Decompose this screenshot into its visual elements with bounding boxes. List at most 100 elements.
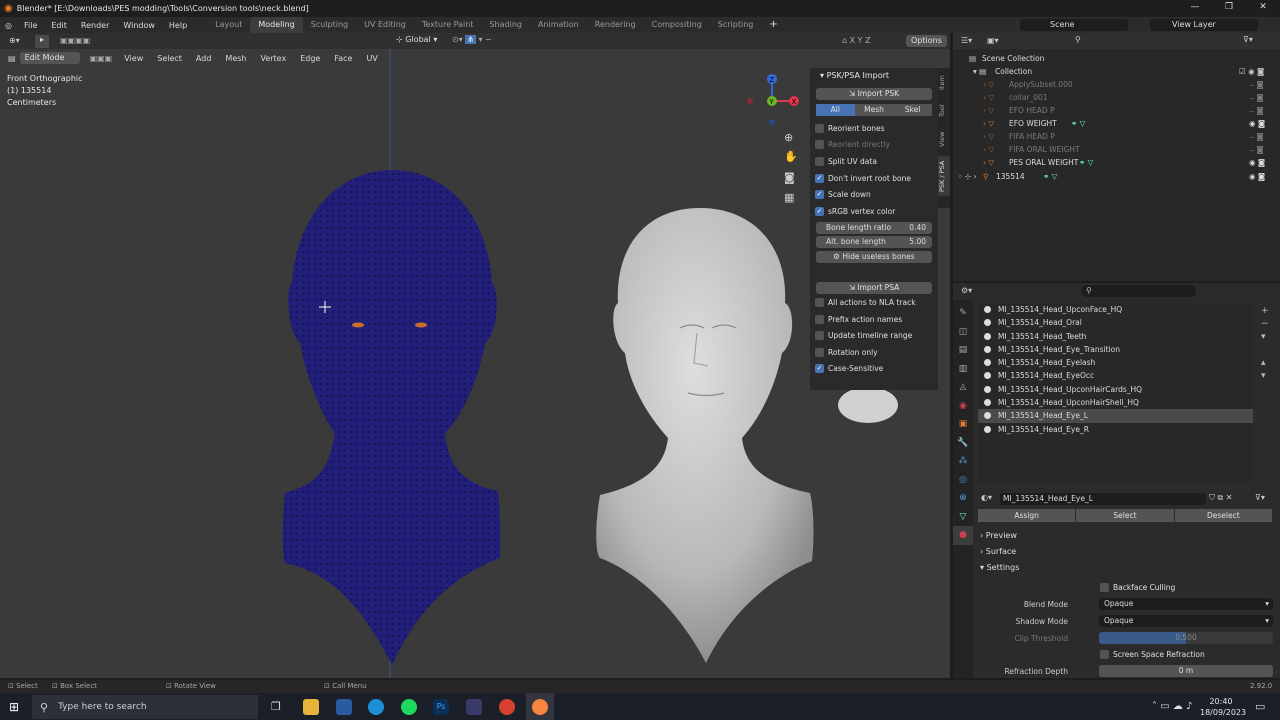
navigation-gizmo[interactable]: Z Y X [745, 70, 800, 125]
option-dont-invert-root[interactable]: ✓ Don't invert root bone [810, 170, 938, 187]
outliner-item[interactable]: › ▽ ApplySubset.000 ⌣ ◙ [953, 78, 1280, 91]
notes-app-icon[interactable] [336, 699, 352, 715]
edge-browser-icon[interactable] [368, 699, 384, 715]
scene-tab-icon[interactable]: ◬ [953, 378, 973, 397]
outliner-type-icon[interactable]: ☰▾ [961, 36, 972, 45]
display-mode-icon[interactable]: ▣▾ [987, 36, 999, 45]
slot-list-controls[interactable]: + − ▾ ▴ ▾ [1261, 305, 1269, 383]
options-dropdown[interactable]: Options [906, 35, 947, 47]
task-view-icon[interactable]: ❐ [271, 700, 281, 713]
tool-tab-icon[interactable]: ✎ [953, 304, 973, 323]
outliner-item[interactable]: › ▽ EFO HEAD P ⌣ ◙ [953, 104, 1280, 117]
particles-tab-icon[interactable]: ⁂ [953, 452, 973, 471]
menu-render[interactable]: Render [74, 21, 116, 30]
menu-mesh[interactable]: Mesh [225, 54, 246, 63]
material-slot[interactable]: MI_135514_Head_EyeOcc [978, 369, 1253, 382]
menu-uv[interactable]: UV [366, 54, 377, 63]
outliner-search-icon[interactable]: ⚲ [1075, 35, 1081, 44]
pivot-snap-icons[interactable]: ⊙▾ ⋔ ▾ ∽ [452, 35, 492, 44]
outliner-item[interactable]: › ▽ FIFA HEAD P ⌣ ◙ [953, 130, 1280, 143]
mesh-select-mode-icons[interactable]: ▣▣▣ [90, 54, 113, 63]
bone-length-ratio-field[interactable]: Bone length ratio 0.40 [816, 221, 932, 234]
import-psa-button[interactable]: ⇲ Import PSA [816, 282, 932, 295]
file-explorer-icon[interactable] [303, 699, 319, 715]
option-reorient-directly[interactable]: Reorient directly [810, 137, 938, 154]
material-slot[interactable]: MI_135514_Head_Eyelash [978, 356, 1253, 369]
menu-view[interactable]: View [124, 54, 143, 63]
editor-app-icon[interactable] [466, 699, 482, 715]
minimize-button[interactable]: — [1178, 0, 1212, 17]
material-tab-icon[interactable]: ● [953, 526, 973, 545]
tab-shading[interactable]: Shading [481, 17, 530, 33]
properties-search-input[interactable]: ⚲ [1081, 285, 1196, 297]
blend-mode-dropdown[interactable]: Opaque ▾ [1099, 598, 1273, 610]
option-update-timeline[interactable]: Update timeline range [810, 327, 938, 344]
screen-space-refraction-checkbox[interactable]: Screen Space Refraction [1095, 646, 1205, 662]
panel-header[interactable]: ▾ PSK/PSA Import [810, 68, 938, 84]
windows-start-icon[interactable]: ⊞ [9, 700, 19, 714]
alt-bone-length-field[interactable]: Alt. bone length 5.00 [816, 236, 932, 249]
physics-tab-icon[interactable]: ◎ [953, 471, 973, 490]
active-material-field[interactable]: MI_135514_Head_Eye_L [1000, 493, 1206, 505]
material-slot[interactable]: MI_135514_Head_UpconHairShell_HQ [978, 396, 1253, 409]
menu-select[interactable]: Select [157, 54, 182, 63]
tab-texture-paint[interactable]: Texture Paint [414, 17, 482, 33]
tab-layout[interactable]: Layout [207, 17, 250, 33]
data-tab-icon[interactable]: ▽ [953, 508, 973, 527]
tab-modeling[interactable]: Modeling [250, 17, 303, 33]
chrome-icon[interactable] [499, 699, 515, 715]
collection-row[interactable]: ▾ ▤ Collection ☑ ◉ ◙ [953, 65, 1280, 78]
option-reorient-bones[interactable]: Reorient bones [810, 120, 938, 137]
material-browse-icon[interactable]: ◐▾ [981, 493, 992, 502]
material-slot[interactable]: MI_135514_Head_UpconHairCards_HQ [978, 383, 1253, 396]
material-actions-icons[interactable]: ⛉ ⧉ ✕ [1209, 493, 1233, 503]
tab-sculpting[interactable]: Sculpting [303, 17, 356, 33]
hide-useless-bones-button[interactable]: ⚙ Hide useless bones [816, 251, 932, 264]
menu-edge[interactable]: Edge [300, 54, 320, 63]
shadow-mode-dropdown[interactable]: Opaque ▾ [1099, 615, 1273, 627]
system-tray-icons[interactable]: ˄ ▭ ☁ ♪ [1152, 701, 1192, 712]
material-link-icon[interactable]: ⊽▾ [1255, 493, 1265, 502]
menu-face[interactable]: Face [334, 54, 352, 63]
tab-compositing[interactable]: Compositing [644, 17, 710, 33]
preview-section[interactable]: › Preview [980, 531, 1017, 540]
option-split-uv[interactable]: Split UV data [810, 153, 938, 170]
deselect-button[interactable]: Deselect [1174, 509, 1272, 522]
mode-selector[interactable]: Edit Mode [19, 52, 80, 64]
world-tab-icon[interactable]: ◉ [953, 397, 973, 416]
option-srgb-vertex[interactable]: ✓ sRGB vertex color [810, 203, 938, 220]
material-slot[interactable]: MI_135514_Head_UpconFace_HQ [978, 303, 1253, 316]
assign-button[interactable]: Assign [978, 509, 1076, 522]
outliner-item[interactable]: › ▽ PES ORAL WEIGHT ⚭ ▽ ◉ ◙ [953, 156, 1280, 169]
tab-item[interactable]: Item [938, 72, 950, 94]
zoom-icon[interactable]: ⊕ [784, 131, 793, 144]
notifications-icon[interactable]: ▭ [1255, 700, 1265, 713]
surface-section[interactable]: › Surface [980, 547, 1016, 556]
option-rotation-only[interactable]: Rotation only [810, 344, 938, 361]
segment-all[interactable]: All [816, 104, 855, 116]
menu-help[interactable]: Help [162, 21, 194, 30]
add-workspace-button[interactable]: + [761, 17, 785, 33]
maximize-button[interactable]: ❐ [1212, 0, 1246, 17]
clip-threshold-slider[interactable]: 0.500 [1099, 632, 1273, 644]
tab-scripting[interactable]: Scripting [710, 17, 762, 33]
3d-viewport[interactable] [0, 33, 950, 678]
outliner-item[interactable]: › ▽ EFO WEIGHT ⚭ ▽ ◉ ◙ [953, 117, 1280, 130]
camera-icon[interactable]: ◙ [784, 171, 795, 184]
render-tab-icon[interactable]: ◫ [953, 323, 973, 342]
settings-section[interactable]: ▾ Settings [980, 563, 1019, 572]
close-button[interactable]: ✕ [1246, 0, 1280, 17]
segment-mesh[interactable]: Mesh [854, 104, 894, 116]
clock[interactable]: 20:40 18/09/2023 [1200, 696, 1246, 718]
outliner-item[interactable]: › ▽ FIFA ORAL WEIGHT ⌣ ◙ [953, 143, 1280, 156]
transform-orientation[interactable]: ⊹ Global ▾ [396, 35, 437, 44]
tab-rendering[interactable]: Rendering [587, 17, 644, 33]
taskbar-search[interactable]: ⚲ Type here to search [32, 695, 258, 719]
refraction-depth-field[interactable]: 0 m [1099, 665, 1273, 677]
material-slot[interactable]: MI_135514_Head_Eye_R [978, 423, 1253, 436]
select-mode-icons[interactable]: ▣▣▣▣ [60, 36, 90, 45]
menu-edit[interactable]: Edit [44, 21, 74, 30]
option-nla-track[interactable]: All actions to NLA track [810, 294, 938, 311]
editor-type-icon[interactable]: ⊕▾ [9, 36, 20, 45]
mirror-axes[interactable]: ⌂ X Y Z [842, 36, 871, 45]
